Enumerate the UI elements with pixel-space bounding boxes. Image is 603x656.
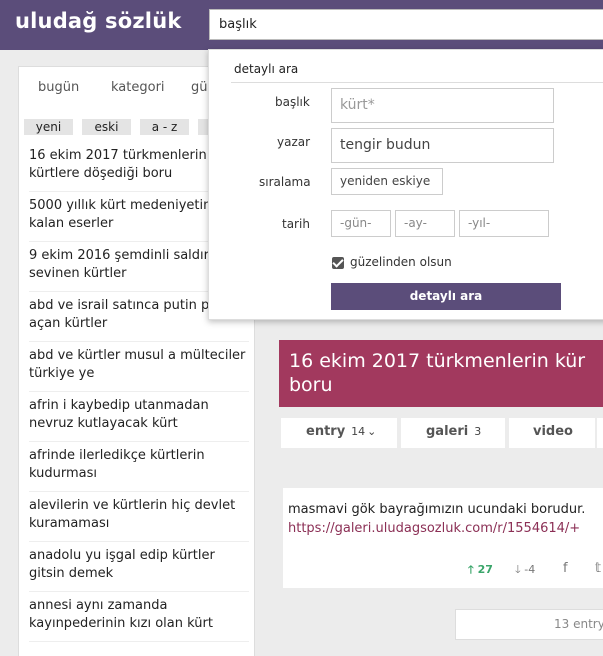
chevron-down-icon: ⌄ xyxy=(367,425,377,438)
divider xyxy=(231,82,603,83)
facebook-icon[interactable]: f xyxy=(563,561,568,576)
advanced-search-dropdown: detaylı ara başlık kürt* yazar tengir bu… xyxy=(208,49,603,320)
topic-heading[interactable]: 16 ekim 2017 türkmenlerin kür boru xyxy=(279,340,603,407)
twitter-icon[interactable]: 𝕥 xyxy=(595,561,601,576)
advanced-search-button[interactable]: detaylı ara xyxy=(331,283,561,310)
topic-title[interactable]: anadolu yu işgal edip kürtler gitsin dem… xyxy=(29,542,249,583)
top-bar: uludağ sözlük başlık xyxy=(0,0,603,50)
tab-bugun[interactable]: bugün xyxy=(38,80,79,95)
topic-title[interactable]: abd ve kürtler musul a mülteciler türkiy… xyxy=(29,342,249,383)
tab-kategori[interactable]: kategori xyxy=(111,80,165,95)
siralama-select[interactable]: yeniden eskiye xyxy=(331,168,443,195)
tab-galeri-label: galeri xyxy=(426,424,469,439)
arrow-up-icon: 🡑 xyxy=(468,563,474,576)
topic-heading-line2: boru xyxy=(289,374,333,396)
topic-title[interactable]: afrindе ilerledikçe kürtlerin kudurması xyxy=(29,442,249,483)
upvote-count: 27 xyxy=(477,563,493,576)
arrow-down-icon: 🡓 xyxy=(515,563,521,576)
upvote-button[interactable]: 🡑 27 xyxy=(468,561,493,580)
tab-galeri[interactable]: galeri 3 xyxy=(401,418,505,448)
guzelinden-label: güzelinden olsun xyxy=(350,255,452,269)
tab-entry-count: 14 xyxy=(351,425,366,438)
entry-card: masmavi gök bayrağımızın ucundaki borudu… xyxy=(283,488,603,588)
site-logo[interactable]: uludağ sözlük xyxy=(15,9,182,33)
downvote-count: -4 xyxy=(524,563,536,576)
siralama-label: sıralama xyxy=(259,175,311,189)
content-tabs: entry 14 ⌄ galeri 3 video xyxy=(281,418,603,448)
sort-yeni-button[interactable]: yeni xyxy=(24,119,73,135)
list-item[interactable]: annesi aynı zamanda kayınpederinin kızı … xyxy=(29,592,249,642)
tab-entry-label: entry xyxy=(306,424,346,439)
tab-video[interactable]: video xyxy=(509,418,595,448)
yazar-label: yazar xyxy=(277,135,311,149)
yil-select[interactable]: -yıl- xyxy=(459,210,549,237)
topic-title[interactable]: alevilerin ve kürtlerin hiç devlet kuram… xyxy=(29,492,249,533)
search-input[interactable]: başlık xyxy=(209,9,603,40)
advanced-search-heading: detaylı ara xyxy=(234,62,299,76)
baslik-field[interactable]: kürt* xyxy=(331,88,554,123)
list-item[interactable]: abd ve kürtler musul a mülteciler türkiy… xyxy=(29,342,249,392)
guzelinden-checkbox[interactable] xyxy=(332,257,344,269)
list-item[interactable]: anadolu yu işgal edip kürtler gitsin dem… xyxy=(29,542,249,592)
list-item[interactable]: afrindе ilerledikçe kürtlerin kudurması xyxy=(29,442,249,492)
entry-pager[interactable]: 13 entry xyxy=(455,609,603,640)
baslik-label: başlık xyxy=(275,95,310,109)
entry-text: masmavi gök bayrağımızın ucundaki borudu… xyxy=(288,502,586,517)
tab-video-label: video xyxy=(533,424,573,439)
list-item[interactable]: alevilerin ve kürtlerin hiç devlet kuram… xyxy=(29,492,249,542)
gun-select[interactable]: -gün- xyxy=(331,210,391,237)
tab-entry[interactable]: entry 14 ⌄ xyxy=(281,418,397,448)
topic-title[interactable]: annesi aynı zamanda kayınpederinin kızı … xyxy=(29,592,249,633)
downvote-button[interactable]: 🡓 -4 xyxy=(515,561,535,580)
ay-select[interactable]: -ay- xyxy=(395,210,455,237)
yazar-field[interactable]: tengir budun xyxy=(331,128,554,163)
topic-title[interactable]: afrin i kaybedip utanmadan nevruz kutlay… xyxy=(29,392,249,433)
sort-a-z-button[interactable]: a - z xyxy=(140,119,189,135)
sort-eski-button[interactable]: eski xyxy=(82,119,131,135)
list-item[interactable]: afrin i kaybedip utanmadan nevruz kutlay… xyxy=(29,392,249,442)
tab-galeri-count: 3 xyxy=(474,425,482,438)
tab-more[interactable] xyxy=(597,418,603,448)
entry-link[interactable]: https://galeri.uludagsozluk.com/r/155461… xyxy=(288,521,580,536)
topic-heading-line1: 16 ekim 2017 türkmenlerin kür xyxy=(289,350,586,372)
tarih-label: tarih xyxy=(282,217,310,231)
